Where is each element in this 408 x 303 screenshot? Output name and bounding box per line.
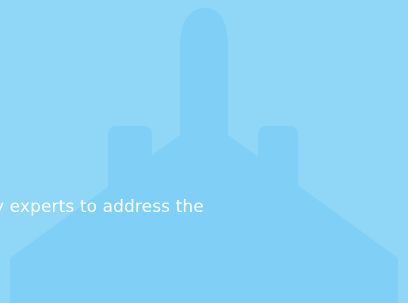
hero-banner: y experts to address the — [0, 0, 408, 303]
airplane-icon — [10, 8, 398, 303]
banner-caption: y experts to address the — [0, 197, 204, 217]
